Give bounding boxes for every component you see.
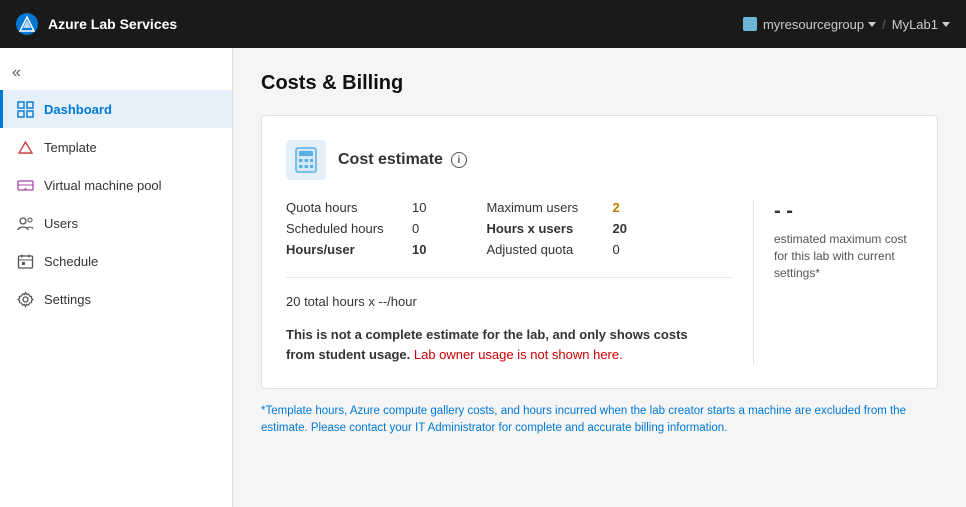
cost-estimate-icon xyxy=(286,140,326,180)
sidebar-item-label: Users xyxy=(44,216,78,231)
lab-breadcrumb[interactable]: MyLab1 xyxy=(892,17,950,32)
sidebar-item-label: Schedule xyxy=(44,254,98,269)
app-title: Azure Lab Services xyxy=(48,16,177,32)
quota-hours-label: Quota hours xyxy=(286,200,396,215)
data-col-left: Quota hours 10 Scheduled hours 0 Hours/u… xyxy=(286,200,426,257)
data-grid: Quota hours 10 Scheduled hours 0 Hours/u… xyxy=(286,200,733,257)
hours-per-user-label: Hours/user xyxy=(286,242,396,257)
estimate-label: estimated maximum cost for this lab with… xyxy=(774,231,913,281)
card-divider xyxy=(286,277,733,278)
collapse-icon: « xyxy=(12,64,21,82)
data-row-scheduled-hours: Scheduled hours 0 xyxy=(286,221,426,236)
virtual-machine-pool-icon xyxy=(16,176,34,194)
estimate-dash: - - xyxy=(774,200,793,223)
cost-estimate-card: Cost estimate i Quota hours 10 xyxy=(261,115,938,389)
schedule-icon xyxy=(16,252,34,270)
azure-logo-icon xyxy=(16,13,38,35)
settings-icon xyxy=(16,290,34,308)
data-row-adjusted-quota: Adjusted quota 0 xyxy=(486,242,626,257)
top-navigation: Azure Lab Services myresourcegroup / MyL… xyxy=(0,0,966,48)
sidebar-item-label: Virtual machine pool xyxy=(44,178,162,193)
max-users-label: Maximum users xyxy=(486,200,596,215)
resource-group-breadcrumb[interactable]: myresourcegroup xyxy=(743,17,876,32)
sidebar-item-label: Settings xyxy=(44,292,91,307)
breadcrumb: myresourcegroup / MyLab1 xyxy=(743,17,950,32)
sidebar: « Dashboard Template xyxy=(0,48,233,507)
breadcrumb-separator: / xyxy=(882,17,886,32)
app-logo: Azure Lab Services xyxy=(16,13,177,35)
data-row-max-users: Maximum users 2 xyxy=(486,200,626,215)
data-row-hours-per-user: Hours/user 10 xyxy=(286,242,426,257)
note-text: This is not a complete estimate for the … xyxy=(286,325,706,364)
hours-per-user-value: 10 xyxy=(412,242,426,257)
hours-x-users-label: Hours x users xyxy=(486,221,596,236)
sidebar-item-users[interactable]: Users xyxy=(0,204,232,242)
sidebar-item-virtual-machine-pool[interactable]: Virtual machine pool xyxy=(0,166,232,204)
info-icon[interactable]: i xyxy=(451,152,467,168)
hours-x-users-value: 20 xyxy=(612,221,626,236)
quota-hours-value: 10 xyxy=(412,200,426,215)
main-layout: « Dashboard Template xyxy=(0,48,966,507)
lab-chevron-icon xyxy=(942,22,950,27)
sidebar-item-template[interactable]: Template xyxy=(0,128,232,166)
resource-group-icon xyxy=(743,17,757,31)
data-col-right: Maximum users 2 Hours x users 20 Adjuste… xyxy=(486,200,626,257)
card-right-estimate: - - estimated maximum cost for this lab … xyxy=(753,200,913,364)
total-hours-text: 20 total hours x --/hour xyxy=(286,294,733,309)
users-icon xyxy=(16,214,34,232)
dashboard-icon xyxy=(16,100,34,118)
sidebar-item-settings[interactable]: Settings xyxy=(0,280,232,318)
main-content: Costs & Billing Cost est xyxy=(233,48,966,507)
template-icon xyxy=(16,138,34,156)
page-title: Costs & Billing xyxy=(261,72,938,95)
card-left: Quota hours 10 Scheduled hours 0 Hours/u… xyxy=(286,200,733,364)
note-link[interactable]: Lab owner usage is not shown here. xyxy=(414,347,623,362)
sidebar-item-label: Dashboard xyxy=(44,102,112,117)
resource-group-chevron-icon xyxy=(868,22,876,27)
adjusted-quota-label: Adjusted quota xyxy=(486,242,596,257)
scheduled-hours-label: Scheduled hours xyxy=(286,221,396,236)
card-title: Cost estimate i xyxy=(338,151,467,169)
card-header: Cost estimate i xyxy=(286,140,913,180)
footer-note: *Template hours, Azure compute gallery c… xyxy=(261,403,938,438)
sidebar-item-schedule[interactable]: Schedule xyxy=(0,242,232,280)
sidebar-collapse-button[interactable]: « xyxy=(0,56,232,90)
max-users-value: 2 xyxy=(612,200,619,215)
sidebar-item-dashboard[interactable]: Dashboard xyxy=(0,90,232,128)
adjusted-quota-value: 0 xyxy=(612,242,619,257)
card-main-body: Quota hours 10 Scheduled hours 0 Hours/u… xyxy=(286,200,913,364)
scheduled-hours-value: 0 xyxy=(412,221,419,236)
data-row-quota-hours: Quota hours 10 xyxy=(286,200,426,215)
data-row-hours-x-users: Hours x users 20 xyxy=(486,221,626,236)
calculator-icon xyxy=(292,146,320,174)
sidebar-item-label: Template xyxy=(44,140,97,155)
